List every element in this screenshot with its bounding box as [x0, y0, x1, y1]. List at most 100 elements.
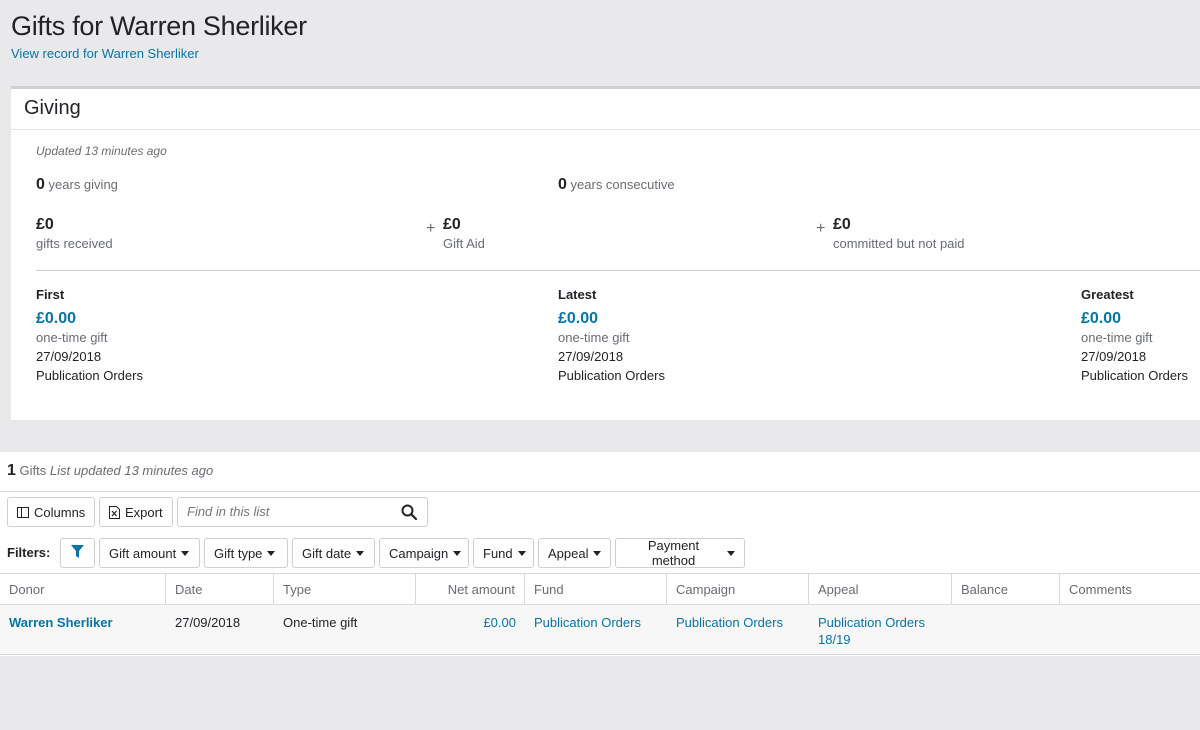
filter-appeal-label: Appeal	[548, 545, 589, 561]
list-search-box	[177, 497, 428, 527]
years-giving-stat: 0 years giving	[36, 176, 118, 194]
column-header-type[interactable]: Type	[274, 574, 416, 604]
latest-gift-type: one-time gift	[558, 330, 630, 345]
greatest-gift-type: one-time gift	[1081, 330, 1153, 345]
greatest-gift-date: 27/09/2018	[1081, 349, 1147, 364]
latest-gift-heading: Latest	[558, 287, 597, 302]
filter-fund[interactable]: Fund	[473, 538, 534, 568]
column-header-comments[interactable]: Comments	[1060, 574, 1200, 604]
net-amount-link[interactable]: £0.00	[483, 614, 516, 631]
chevron-down-icon	[356, 550, 365, 556]
gifts-received-stat: £0 gifts received	[36, 216, 113, 251]
filter-campaign[interactable]: Campaign	[379, 538, 469, 568]
list-search-input[interactable]	[187, 504, 387, 519]
search-icon[interactable]	[401, 504, 418, 523]
balance-cell	[952, 605, 1060, 654]
campaign-cell: Publication Orders	[667, 605, 809, 654]
comments-cell	[1060, 605, 1200, 654]
committed-label: committed but not paid	[833, 236, 965, 251]
filter-gift-type[interactable]: Gift type	[204, 538, 288, 568]
greatest-gift-heading: Greatest	[1081, 287, 1134, 302]
table-row: Warren Sherliker 27/09/2018 One-time gif…	[0, 605, 1200, 655]
page-title: Gifts for Warren Sherliker	[11, 11, 307, 41]
gifts-received-value: £0	[36, 216, 54, 233]
first-gift-campaign: Publication Orders	[36, 368, 143, 383]
giving-tile-header: Giving	[11, 89, 1200, 130]
latest-gift-campaign: Publication Orders	[558, 368, 665, 383]
list-summary: 1 Gifts List updated 13 minutes ago	[7, 462, 213, 480]
gifts-grid: Donor Date Type Net amount Fund Campaign…	[0, 573, 1200, 655]
latest-gift-amount-link[interactable]: £0.00	[558, 310, 665, 328]
filter-fund-label: Fund	[483, 545, 513, 561]
filter-gift-amount[interactable]: Gift amount	[99, 538, 200, 568]
latest-gift-date: 27/09/2018	[558, 349, 624, 364]
chevron-down-icon	[453, 550, 462, 556]
columns-icon	[17, 506, 29, 518]
gift-aid-plus: +	[426, 220, 436, 237]
greatest-gift-summary: Greatest £0.00 one-time gift 27/09/2018 …	[1081, 287, 1188, 385]
grid-header-row: Donor Date Type Net amount Fund Campaign…	[0, 573, 1200, 605]
chevron-down-icon	[593, 550, 602, 556]
filter-gift-type-label: Gift type	[214, 545, 263, 561]
first-gift-heading: First	[36, 287, 65, 302]
columns-button-label: Columns	[34, 504, 86, 520]
column-header-fund[interactable]: Fund	[525, 574, 667, 604]
first-gift-amount-link[interactable]: £0.00	[36, 310, 143, 328]
giving-tile-title: Giving	[24, 97, 81, 119]
filter-payment-method[interactable]: Payment method	[615, 538, 745, 568]
fund-link[interactable]: Publication Orders	[534, 614, 641, 631]
filter-gift-date[interactable]: Gift date	[292, 538, 375, 568]
column-header-net-amount[interactable]: Net amount	[416, 574, 525, 604]
committed-value: £0	[833, 216, 851, 233]
type-cell: One-time gift	[283, 615, 358, 630]
committed-plus: +	[816, 220, 826, 237]
giving-divider	[36, 270, 1200, 271]
filter-funnel-icon	[71, 545, 84, 561]
latest-gift-summary: Latest £0.00 one-time gift 27/09/2018 Pu…	[558, 287, 665, 385]
gifts-received-label: gifts received	[36, 236, 113, 251]
gifts-list: 1 Gifts List updated 13 minutes ago Colu…	[0, 452, 1200, 656]
column-header-appeal[interactable]: Appeal	[809, 574, 952, 604]
gift-count: 1	[7, 462, 16, 479]
export-button-label: Export	[125, 504, 163, 520]
committed-stat: £0 committed but not paid	[833, 216, 965, 251]
appeal-link[interactable]: Publication Orders 18/19	[818, 614, 938, 648]
greatest-gift-amount-link[interactable]: £0.00	[1081, 310, 1188, 328]
giving-tile: Giving Updated 13 minutes ago 0 years gi…	[11, 86, 1200, 420]
donor-link[interactable]: Warren Sherliker	[9, 614, 113, 631]
filter-appeal[interactable]: Appeal	[538, 538, 611, 568]
chevron-down-icon	[267, 550, 276, 556]
page-header: Gifts for Warren Sherliker View record f…	[0, 0, 1200, 86]
columns-button[interactable]: Columns	[7, 497, 95, 527]
filter-gift-amount-label: Gift amount	[109, 545, 177, 561]
view-record-link[interactable]: View record for Warren Sherliker	[11, 46, 199, 61]
export-button[interactable]: Export	[99, 497, 173, 527]
fund-cell: Publication Orders	[525, 605, 667, 654]
chevron-down-icon	[727, 550, 735, 556]
column-header-donor[interactable]: Donor	[0, 574, 166, 604]
net-amount-cell: £0.00	[416, 605, 525, 654]
years-consecutive-value: 0	[558, 176, 567, 193]
filter-button[interactable]	[60, 538, 95, 568]
gift-count-label: Gifts	[19, 463, 47, 478]
gift-aid-stat: £0 Gift Aid	[443, 216, 485, 251]
filters-label: Filters:	[7, 545, 51, 560]
chevron-down-icon	[181, 550, 190, 556]
column-header-balance[interactable]: Balance	[952, 574, 1060, 604]
first-gift-summary: First £0.00 one-time gift 27/09/2018 Pub…	[36, 287, 143, 385]
gift-aid-value: £0	[443, 216, 461, 233]
column-header-campaign[interactable]: Campaign	[667, 574, 809, 604]
greatest-gift-campaign: Publication Orders	[1081, 368, 1188, 383]
appeal-cell: Publication Orders 18/19	[809, 605, 952, 654]
list-summary-divider	[0, 491, 1200, 492]
gift-aid-label: Gift Aid	[443, 236, 485, 251]
filter-campaign-label: Campaign	[389, 545, 449, 561]
donor-cell: Warren Sherliker	[0, 605, 166, 654]
excel-export-icon	[109, 505, 120, 519]
first-gift-type: one-time gift	[36, 330, 108, 345]
campaign-link[interactable]: Publication Orders	[676, 614, 783, 631]
date-cell: 27/09/2018	[175, 615, 241, 630]
chevron-down-icon	[517, 550, 526, 556]
column-header-date[interactable]: Date	[166, 574, 274, 604]
years-consecutive-stat: 0 years consecutive	[558, 176, 675, 194]
